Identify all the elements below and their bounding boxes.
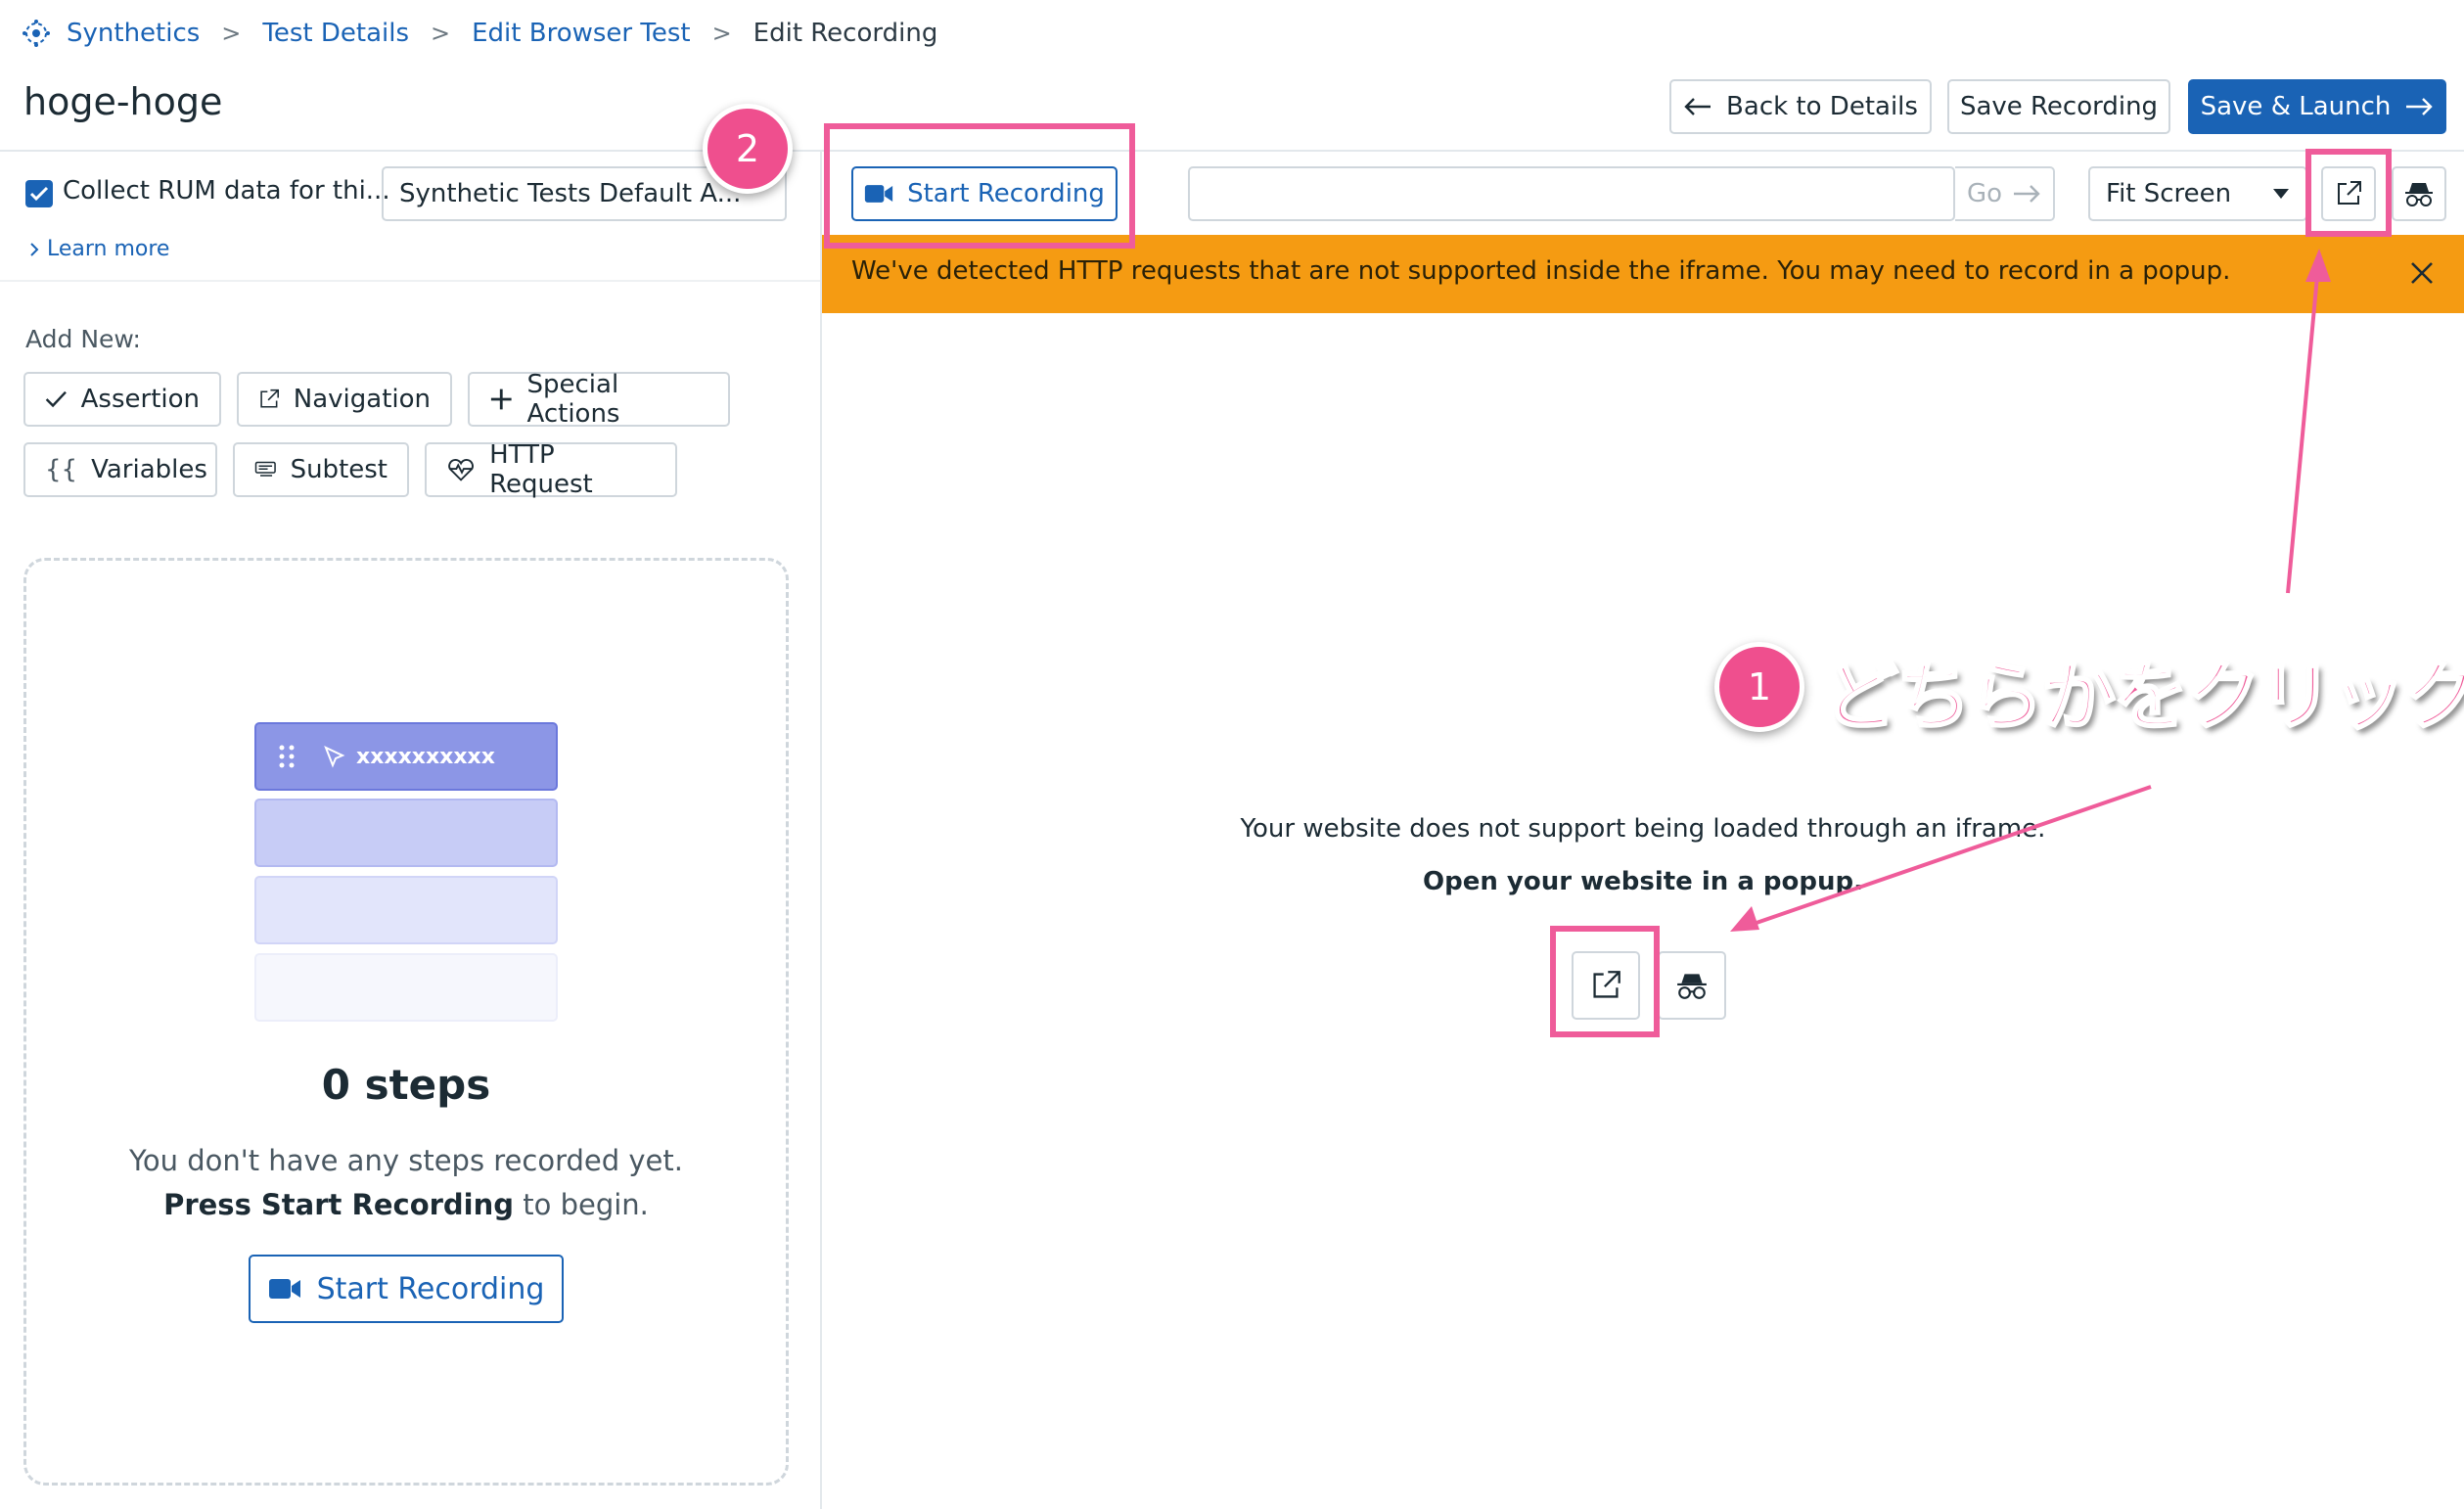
incognito-button-center[interactable]: [1658, 951, 1726, 1020]
iframe-unsupported-message: Your website does not support being load…: [1240, 814, 2046, 844]
add-http-request-label: HTTP Request: [489, 440, 593, 499]
breadcrumb-current: Edit Recording: [753, 19, 938, 48]
steps-count: 0 steps: [321, 1061, 491, 1109]
chevron-right-icon: >: [431, 20, 451, 47]
steps-empty-bold: Press Start Recording: [163, 1188, 515, 1221]
save-recording-button[interactable]: Save Recording: [1947, 79, 2170, 134]
learn-more-link[interactable]: Learn more: [29, 237, 169, 261]
back-to-details-button[interactable]: Back to Details: [1669, 79, 1932, 134]
arrow-right-icon: [2014, 185, 2040, 203]
curly-braces-icon: {{: [45, 455, 78, 484]
incognito-button-toolbar[interactable]: [2392, 166, 2446, 221]
chevron-right-icon: [30, 242, 39, 256]
open-popup-message: Open your website in a popup.: [1422, 867, 1864, 896]
add-navigation-button[interactable]: Navigation: [237, 372, 452, 427]
rum-divider: [0, 280, 820, 282]
illustration-step-row: [254, 799, 558, 867]
checkmark-icon: [29, 186, 49, 202]
drag-handle-icon: [279, 745, 295, 768]
illustration-text: xxxxxxxxxx: [356, 744, 495, 769]
external-link-icon: [260, 389, 279, 408]
chevron-right-icon: >: [221, 20, 242, 47]
start-recording-button-panel[interactable]: Start Recording: [249, 1255, 564, 1323]
cursor-icon: [324, 746, 345, 768]
add-http-request-button[interactable]: HTTP Request: [425, 440, 677, 499]
breadcrumb-synthetics[interactable]: Synthetics: [22, 19, 200, 48]
add-special-actions-button[interactable]: Special Actions: [468, 370, 730, 429]
subtest-icon: [254, 461, 276, 477]
add-variables-button[interactable]: {{ Variables: [23, 442, 217, 497]
highlight-start-recording: [824, 123, 1135, 249]
highlight-popup-center: [1550, 926, 1660, 1037]
close-icon[interactable]: [2403, 254, 2441, 292]
go-label: Go: [1966, 179, 2003, 208]
highlight-popup-toolbar: [2305, 149, 2392, 237]
step-badge-1: 1: [1714, 642, 1804, 732]
add-subtest-button[interactable]: Subtest: [233, 442, 409, 497]
breadcrumb-edit-browser-test[interactable]: Edit Browser Test: [472, 19, 690, 48]
breadcrumb: Synthetics > Test Details > Edit Browser…: [22, 14, 937, 53]
steps-empty-message: You don't have any steps recorded yet. P…: [23, 1139, 789, 1227]
fit-screen-select[interactable]: Fit Screen: [2088, 166, 2307, 221]
chevron-right-icon: >: [711, 20, 732, 47]
incognito-icon: [2405, 183, 2433, 206]
add-assertion-button[interactable]: Assertion: [23, 372, 221, 427]
back-to-details-label: Back to Details: [1726, 92, 1918, 121]
learn-more-label: Learn more: [47, 237, 170, 261]
add-special-actions-label: Special Actions: [526, 370, 620, 429]
checkmark-icon: [45, 390, 67, 408]
rum-label: Collect RUM data for thi...: [63, 176, 390, 206]
add-new-label: Add New:: [25, 325, 141, 353]
illustration-step-row: [254, 953, 558, 1022]
add-variables-label: Variables: [91, 455, 207, 484]
breadcrumb-label: Synthetics: [67, 19, 201, 48]
annotation-note: どちらかをクリック: [1823, 652, 2464, 742]
add-navigation-label: Navigation: [293, 385, 431, 414]
caret-down-icon: [2273, 189, 2289, 199]
heartbeat-icon: [448, 459, 474, 481]
synthetics-icon: [23, 20, 50, 47]
arrow-left-icon: [1684, 98, 1711, 115]
incognito-icon: [1677, 974, 1707, 999]
steps-empty-state: [23, 558, 789, 1486]
url-input[interactable]: [1188, 166, 1955, 221]
go-button[interactable]: Go: [1955, 166, 2055, 221]
add-subtest-label: Subtest: [290, 455, 388, 484]
steps-empty-tail: to begin.: [514, 1188, 649, 1221]
start-recording-label: Start Recording: [316, 1271, 545, 1306]
add-assertion-label: Assertion: [80, 385, 200, 414]
illustration-step-row: xxxxxxxxxx: [254, 722, 558, 791]
save-and-launch-label: Save & Launch: [2200, 92, 2392, 121]
steps-empty-line1: You don't have any steps recorded yet.: [129, 1144, 683, 1177]
save-and-launch-button[interactable]: Save & Launch: [2188, 79, 2446, 134]
rum-checkbox[interactable]: [25, 180, 53, 207]
step-badge-2: 2: [703, 104, 793, 194]
breadcrumb-test-details[interactable]: Test Details: [262, 19, 409, 48]
plus-icon: [490, 389, 512, 410]
arrow-right-icon: [2406, 98, 2434, 115]
fit-screen-label: Fit Screen: [2106, 179, 2232, 208]
page-title: hoge-hoge: [23, 80, 223, 123]
video-camera-icon: [268, 1279, 300, 1299]
banner-text: We've detected HTTP requests that are no…: [851, 256, 2231, 286]
illustration-step-row: [254, 876, 558, 944]
